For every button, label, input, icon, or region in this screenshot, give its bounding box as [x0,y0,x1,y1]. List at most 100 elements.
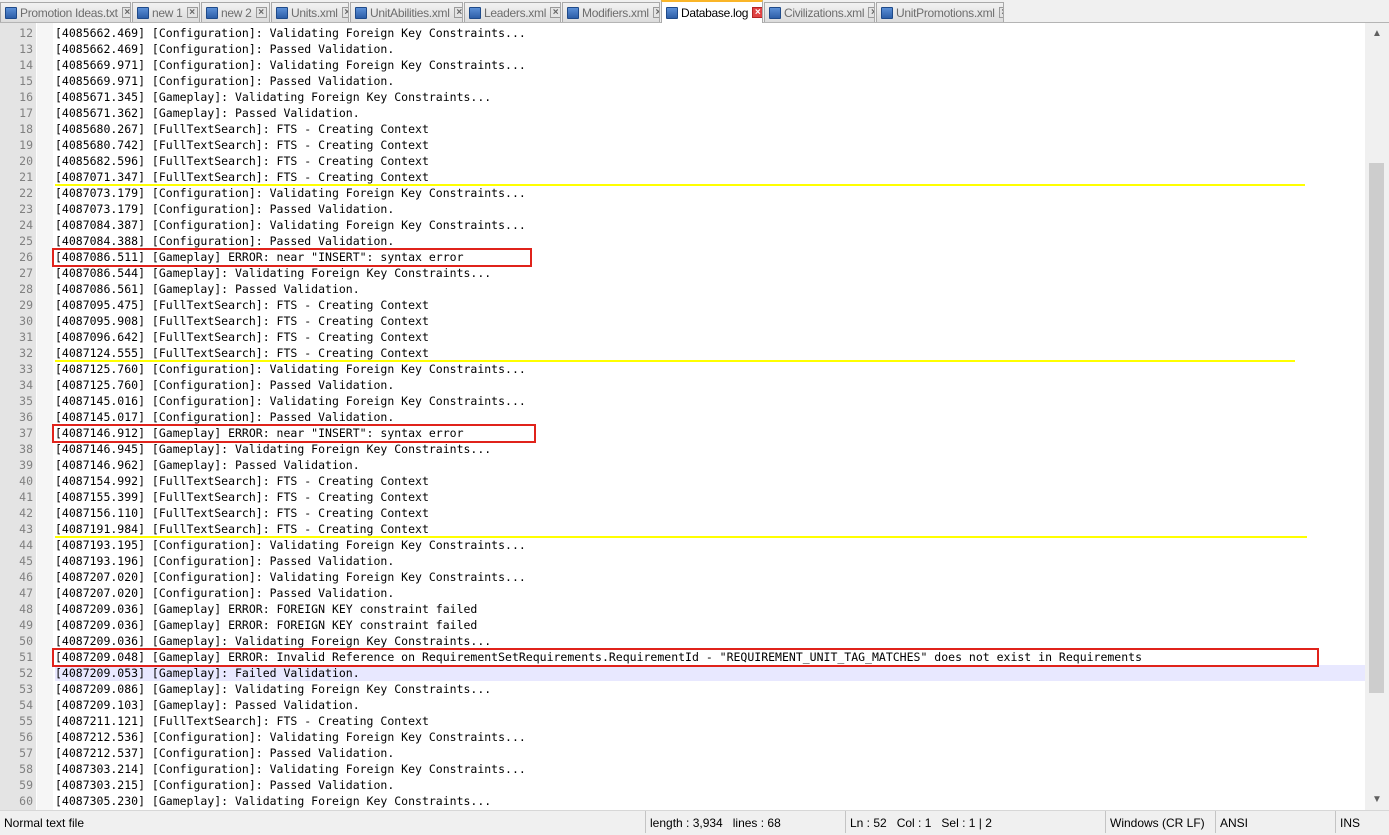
editor-line[interactable]: 17 [4085671.362] [Gameplay]: Passed Valid… [0,105,1365,121]
editor-line[interactable]: 48 [4087209.036] [Gameplay] ERROR: FOREIG… [0,601,1365,617]
status-insert-mode[interactable]: INS [1335,811,1389,833]
line-text[interactable]: [4087209.053] [Gameplay]: Failed Validat… [55,665,1365,681]
editor-line[interactable]: 29 [4087095.475] [FullTextSearch]: FTS - … [0,297,1365,313]
line-text[interactable]: [4087191.984] [FullTextSearch]: FTS - Cr… [55,521,1365,537]
editor-line[interactable]: 24 [4087084.387] [Configuration]: Validat… [0,217,1365,233]
line-text[interactable]: [4087096.642] [FullTextSearch]: FTS - Cr… [55,329,1365,345]
editor-line[interactable]: 19 [4085680.742] [FullTextSearch]: FTS - … [0,137,1365,153]
line-text[interactable]: [4087073.179] [Configuration]: Passed Va… [55,201,1365,217]
line-text[interactable]: [4087071.347] [FullTextSearch]: FTS - Cr… [55,169,1365,185]
editor-line[interactable]: 60 [4087305.230] [Gameplay]: Validating F… [0,793,1365,809]
line-text[interactable]: [4087124.555] [FullTextSearch]: FTS - Cr… [55,345,1365,361]
tab-units-xml[interactable]: Units.xml× [271,2,349,22]
close-tab-icon[interactable]: × [550,7,560,18]
tab-new-1[interactable]: new 1 × [132,2,200,22]
editor-line[interactable]: 12 [4085662.469] [Configuration]: Validat… [0,25,1365,41]
line-text[interactable]: [4087209.086] [Gameplay]: Validating For… [55,681,1365,697]
tab-new-2[interactable]: new 2 × [201,2,270,22]
status-encoding[interactable]: ANSI [1215,811,1335,833]
line-text[interactable]: [4085669.971] [Configuration]: Passed Va… [55,73,1365,89]
line-text[interactable]: [4087156.110] [FullTextSearch]: FTS - Cr… [55,505,1365,521]
tab-promotion-ideas-txt[interactable]: Promotion Ideas.txt × [0,2,131,22]
line-text[interactable]: [4087209.103] [Gameplay]: Passed Validat… [55,697,1365,713]
line-text[interactable]: [4087193.195] [Configuration]: Validatin… [55,537,1365,553]
line-text[interactable]: [4087154.992] [FullTextSearch]: FTS - Cr… [55,473,1365,489]
editor-line[interactable]: 56 [4087212.536] [Configuration]: Validat… [0,729,1365,745]
tab-unitpromotions-xml[interactable]: UnitPromotions.xml× [876,2,1004,22]
editor-line[interactable]: 40 [4087154.992] [FullTextSearch]: FTS - … [0,473,1365,489]
line-text[interactable]: [4087145.016] [Configuration]: Validatin… [55,393,1365,409]
line-text[interactable]: [4085680.742] [FullTextSearch]: FTS - Cr… [55,137,1365,153]
editor-line[interactable]: 57 [4087212.537] [Configuration]: Passed … [0,745,1365,761]
line-text[interactable]: [4087209.036] [Gameplay] ERROR: FOREIGN … [55,617,1365,633]
editor-line[interactable]: 35 [4087145.016] [Configuration]: Validat… [0,393,1365,409]
editor-area[interactable]: 12 [4085662.469] [Configuration]: Validat… [0,23,1389,810]
line-text[interactable]: [4087084.388] [Configuration]: Passed Va… [55,233,1365,249]
line-text[interactable]: [4087207.020] [Configuration]: Passed Va… [55,585,1365,601]
editor-line[interactable]: 28 [4087086.561] [Gameplay]: Passed Valid… [0,281,1365,297]
line-text[interactable]: [4087209.036] [Gameplay] ERROR: FOREIGN … [55,601,1365,617]
editor-line[interactable]: 18 [4085680.267] [FullTextSearch]: FTS - … [0,121,1365,137]
editor-line[interactable]: 45 [4087193.196] [Configuration]: Passed … [0,553,1365,569]
editor-line[interactable]: 52 [4087209.053] [Gameplay]: Failed Valid… [0,665,1365,681]
tab-civilizations-xml[interactable]: Civilizations.xml× [764,2,875,22]
close-tab-icon[interactable]: × [752,7,762,18]
close-tab-icon[interactable]: × [453,7,462,18]
editor-line[interactable]: 23 [4087073.179] [Configuration]: Passed … [0,201,1365,217]
status-eol[interactable]: Windows (CR LF) [1105,811,1215,833]
editor-line[interactable]: 22 [4087073.179] [Configuration]: Validat… [0,185,1365,201]
line-text[interactable]: [4087145.017] [Configuration]: Passed Va… [55,409,1365,425]
scroll-down-icon[interactable]: ▼ [1367,791,1387,808]
line-text[interactable]: [4087086.544] [Gameplay]: Validating For… [55,265,1365,281]
tab-leaders-xml[interactable]: Leaders.xml × [464,2,561,22]
line-text[interactable]: [4087095.908] [FullTextSearch]: FTS - Cr… [55,313,1365,329]
line-text[interactable]: [4087209.036] [Gameplay]: Validating For… [55,633,1365,649]
editor-line[interactable]: 13 [4085662.469] [Configuration]: Passed … [0,41,1365,57]
editor-line[interactable]: 54 [4087209.103] [Gameplay]: Passed Valid… [0,697,1365,713]
line-text[interactable]: [4087125.760] [Configuration]: Validatin… [55,361,1365,377]
line-text[interactable]: [4085680.267] [FullTextSearch]: FTS - Cr… [55,121,1365,137]
close-tab-icon[interactable]: × [998,7,1003,18]
line-text[interactable]: [4087086.561] [Gameplay]: Passed Validat… [55,281,1365,297]
editor-line[interactable]: 30 [4087095.908] [FullTextSearch]: FTS - … [0,313,1365,329]
editor-line[interactable]: 46 [4087207.020] [Configuration]: Validat… [0,569,1365,585]
scrollbar-thumb[interactable] [1369,163,1384,693]
line-text[interactable]: [4085682.596] [FullTextSearch]: FTS - Cr… [55,153,1365,169]
line-text[interactable]: [4087146.962] [Gameplay]: Passed Validat… [55,457,1365,473]
editor-line[interactable]: 34 [4087125.760] [Configuration]: Passed … [0,377,1365,393]
editor-line[interactable]: 36 [4087145.017] [Configuration]: Passed … [0,409,1365,425]
editor-line[interactable]: 53 [4087209.086] [Gameplay]: Validating F… [0,681,1365,697]
line-text[interactable]: [4085671.345] [Gameplay]: Validating For… [55,89,1365,105]
line-text[interactable]: [4087084.387] [Configuration]: Validatin… [55,217,1365,233]
line-text[interactable]: [4087146.945] [Gameplay]: Validating For… [55,441,1365,457]
line-text[interactable]: [4087155.399] [FullTextSearch]: FTS - Cr… [55,489,1365,505]
close-tab-icon[interactable]: × [121,7,130,18]
editor-line[interactable]: 47 [4087207.020] [Configuration]: Passed … [0,585,1365,601]
editor-line[interactable]: 58 [4087303.214] [Configuration]: Validat… [0,761,1365,777]
line-text[interactable]: [4087212.537] [Configuration]: Passed Va… [55,745,1365,761]
editor-line[interactable]: 55 [4087211.121] [FullTextSearch]: FTS - … [0,713,1365,729]
line-text[interactable]: [4085662.469] [Configuration]: Passed Va… [55,41,1365,57]
line-text[interactable]: [4087305.230] [Gameplay]: Validating For… [55,793,1365,809]
editor-line[interactable]: 50 [4087209.036] [Gameplay]: Validating F… [0,633,1365,649]
editor-line[interactable]: 16 [4085671.345] [Gameplay]: Validating F… [0,89,1365,105]
editor-line[interactable]: 33 [4087125.760] [Configuration]: Validat… [0,361,1365,377]
editor-line[interactable]: 59 [4087303.215] [Configuration]: Passed … [0,777,1365,793]
editor-line[interactable]: 31 [4087096.642] [FullTextSearch]: FTS - … [0,329,1365,345]
vertical-scrollbar[interactable]: ▲ ▼ [1365,23,1389,810]
line-text[interactable]: [4087207.020] [Configuration]: Validatin… [55,569,1365,585]
line-text[interactable]: [4087212.536] [Configuration]: Validatin… [55,729,1365,745]
editor-line[interactable]: 15 [4085669.971] [Configuration]: Passed … [0,73,1365,89]
editor-line[interactable]: 44 [4087193.195] [Configuration]: Validat… [0,537,1365,553]
close-tab-icon[interactable]: × [652,7,659,18]
editor-line[interactable]: 32 [4087124.555] [FullTextSearch]: FTS - … [0,345,1365,361]
line-text[interactable]: [4087303.215] [Configuration]: Passed Va… [55,777,1365,793]
editor-line[interactable]: 49 [4087209.036] [Gameplay] ERROR: FOREIG… [0,617,1365,633]
line-text[interactable]: [4087073.179] [Configuration]: Validatin… [55,185,1365,201]
editor-line[interactable]: 21 [4087071.347] [FullTextSearch]: FTS - … [0,169,1365,185]
line-text[interactable]: [4085662.469] [Configuration]: Validatin… [55,25,1365,41]
line-text[interactable]: [4087211.121] [FullTextSearch]: FTS - Cr… [55,713,1365,729]
editor-line[interactable]: 43 [4087191.984] [FullTextSearch]: FTS - … [0,521,1365,537]
line-text[interactable]: [4085669.971] [Configuration]: Validatin… [55,57,1365,73]
scroll-up-icon[interactable]: ▲ [1367,25,1387,42]
